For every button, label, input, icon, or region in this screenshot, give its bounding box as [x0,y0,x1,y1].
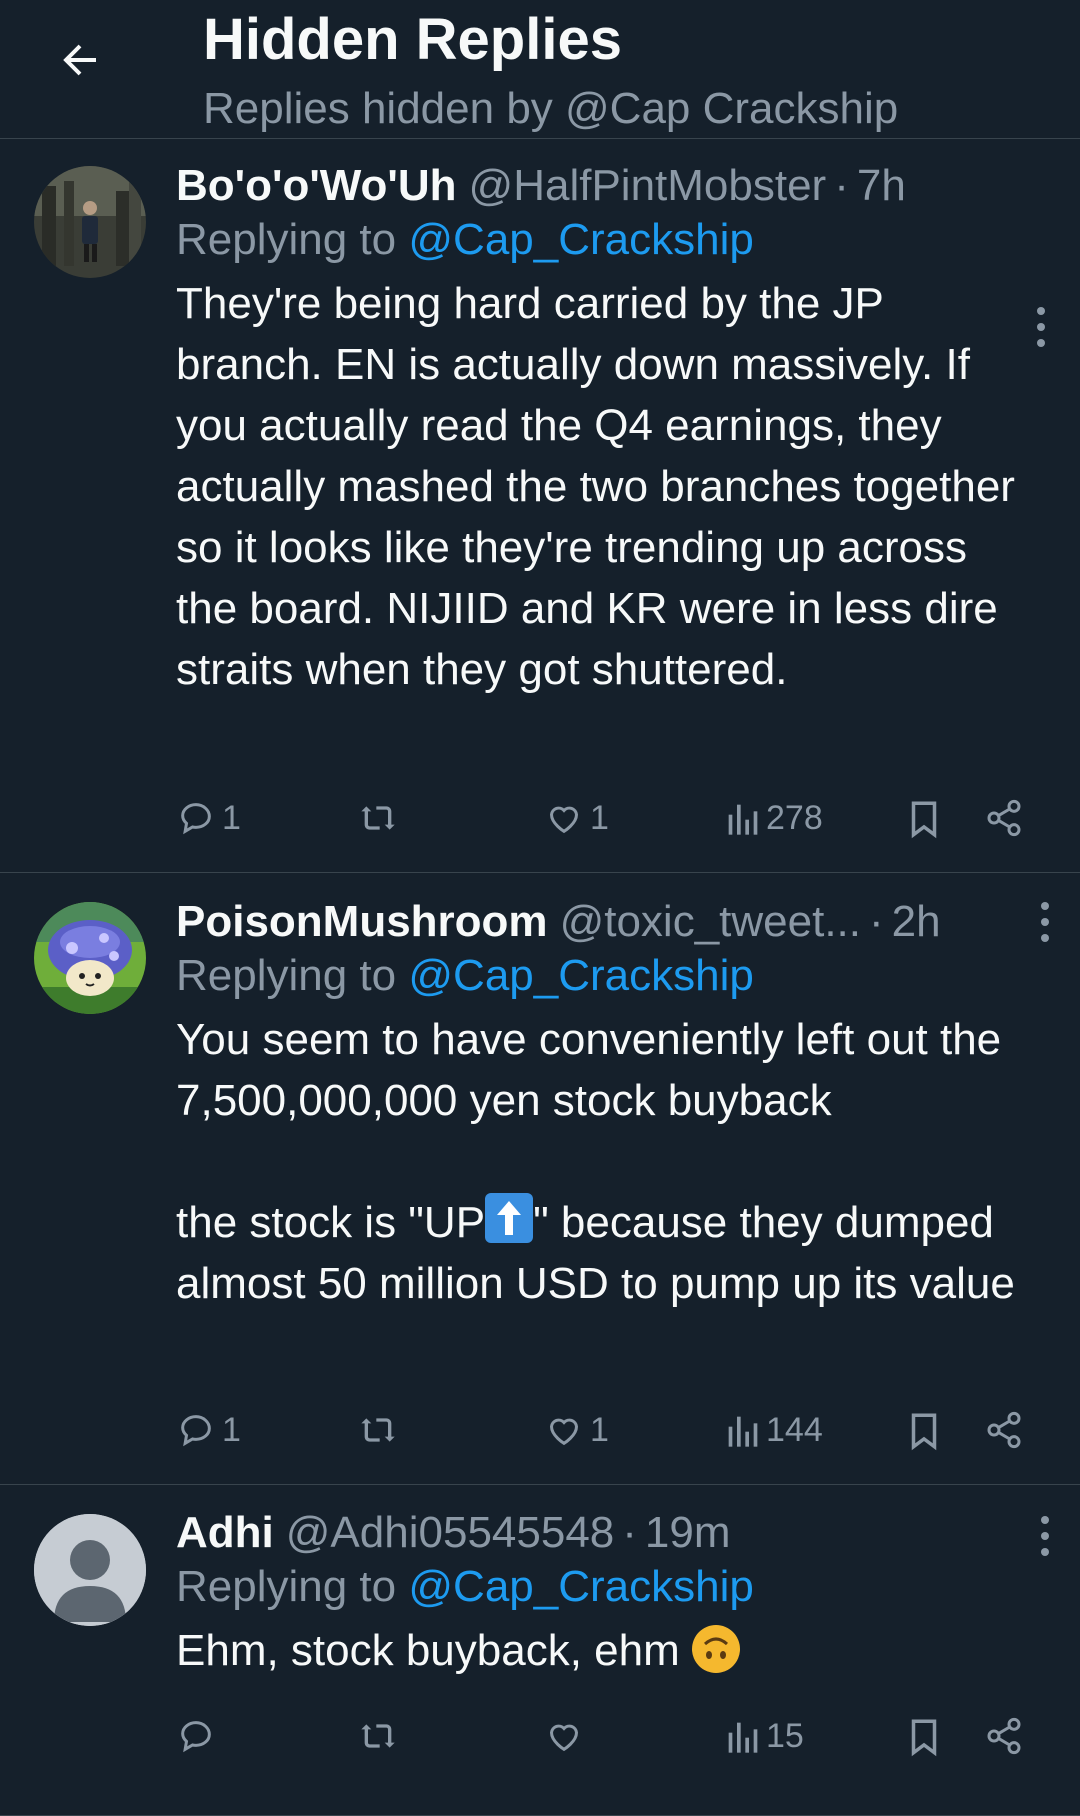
top-bar: Hidden Replies Replies hidden by @Cap Cr… [0,0,1080,139]
mention-link[interactable]: @Cap_Crackship [408,1562,753,1611]
back-button[interactable] [50,30,110,90]
bookmark-button[interactable] [906,798,942,840]
tweet-actions: 1 1 278 [176,798,1050,848]
tweet-text: Ehm, stock buyback, ehm [176,1620,1040,1681]
tweet-text: They're being hard carried by the JP bra… [176,279,1028,694]
timestamp[interactable]: 19m [645,1506,731,1560]
reply-count: 1 [222,1410,241,1449]
tweet-text: You seem to have conveniently left out t… [176,1009,1040,1314]
bookmark-icon [911,801,937,839]
bookmark-button[interactable] [906,1410,942,1452]
separator-dot: · [869,897,884,946]
share-button[interactable] [984,1410,1024,1450]
avatar[interactable] [34,902,146,1014]
retweet-icon [361,1418,395,1442]
replying-prefix: Replying to [176,215,397,264]
reply-bubble-icon [181,1415,211,1447]
reply-bubble-icon [181,1721,211,1753]
reply-count: 1 [222,798,241,837]
mention-link[interactable]: @Cap_Crackship [408,951,753,1000]
views-count: 15 [766,1716,804,1755]
bar-chart-icon [728,1416,758,1447]
replying-to: Replying to @Cap_Crackship [176,213,1040,267]
up-arrow-emoji [485,1193,534,1243]
reply-button[interactable]: 1 [176,798,241,838]
tweet-header: Bo'o'o'Wo'Uh @HalfPintMobster · 7h [176,159,1040,213]
retweet-button[interactable] [356,798,400,838]
reply-button[interactable] [176,1716,222,1756]
page-subtitle: Replies hidden by @Cap Crackship [203,84,899,133]
timestamp[interactable]: 2h [892,895,941,949]
like-count: 1 [590,1410,609,1449]
display-name[interactable]: Adhi [176,1506,274,1560]
more-options-button[interactable] [1030,892,1060,952]
views-button[interactable]: 15 [724,1716,804,1756]
more-vertical-icon [1037,307,1045,315]
tweet-actions: 15 [176,1716,1050,1766]
display-name[interactable]: Bo'o'o'Wo'Uh [176,159,457,213]
like-button[interactable] [544,1716,590,1756]
avatar[interactable] [34,166,146,278]
replying-to: Replying to @Cap_Crackship [176,949,1040,1003]
reply-button[interactable]: 1 [176,1410,241,1450]
bookmark-button[interactable] [906,1716,942,1758]
heart-icon [549,806,579,834]
replying-prefix: Replying to [176,951,397,1000]
share-icon [987,1717,1021,1755]
heart-icon [549,1724,579,1752]
arrow-left-icon [63,44,96,76]
tweet[interactable]: Bo'o'o'Wo'Uh @HalfPintMobster · 7h Reply… [0,139,1080,873]
like-button[interactable]: 1 [544,1410,609,1450]
tweet-header: PoisonMushroom @toxic_tweet... · 2h [176,895,1040,949]
heart-icon [549,1418,579,1446]
replying-prefix: Replying to [176,1562,397,1611]
timestamp[interactable]: 7h [857,159,906,213]
tweet-header: Adhi @Adhi05545548 · 19m [176,1506,1040,1560]
like-button[interactable]: 1 [544,798,609,838]
more-vertical-icon [1041,902,1049,910]
bar-chart-icon [728,804,758,835]
display-name[interactable]: PoisonMushroom [176,895,548,949]
retweet-button[interactable] [356,1410,400,1450]
separator-dot: · [622,1508,637,1557]
share-button[interactable] [984,798,1024,838]
bookmark-icon [911,1413,937,1451]
reply-bubble-icon [181,803,211,835]
views-count: 144 [766,1410,823,1449]
separator-dot: · [834,161,849,210]
bookmark-icon [911,1719,937,1757]
share-icon [987,1411,1021,1449]
tweet-text-part: Ehm, stock buyback, ehm [176,1626,692,1675]
tweet-actions: 1 1 144 [176,1410,1050,1460]
views-button[interactable]: 144 [724,1410,823,1450]
more-vertical-icon [1041,1516,1049,1524]
avatar[interactable] [34,1514,146,1626]
upside-down-face-emoji [692,1625,740,1673]
user-handle[interactable]: @HalfPintMobster [469,159,827,213]
like-count: 1 [590,798,609,837]
replying-to: Replying to @Cap_Crackship [176,1560,1040,1614]
page-title: Hidden Replies [203,7,622,72]
user-handle[interactable]: @Adhi05545548 [286,1506,615,1560]
retweet-icon [361,806,395,830]
bar-chart-icon [728,1722,758,1753]
retweet-button[interactable] [356,1716,400,1756]
mention-link[interactable]: @Cap_Crackship [408,215,753,264]
tweet-text-part: the stock is "UP [176,1198,486,1247]
more-options-button[interactable] [1030,1506,1060,1566]
views-button[interactable]: 278 [724,798,823,838]
more-options-button[interactable] [1026,297,1056,357]
tweet-text-paragraph: You seem to have conveniently left out t… [176,1015,1014,1125]
user-handle[interactable]: @toxic_tweet... [560,895,861,949]
views-count: 278 [766,798,823,837]
retweet-icon [361,1724,395,1748]
share-button[interactable] [984,1716,1024,1756]
share-icon [987,799,1021,837]
